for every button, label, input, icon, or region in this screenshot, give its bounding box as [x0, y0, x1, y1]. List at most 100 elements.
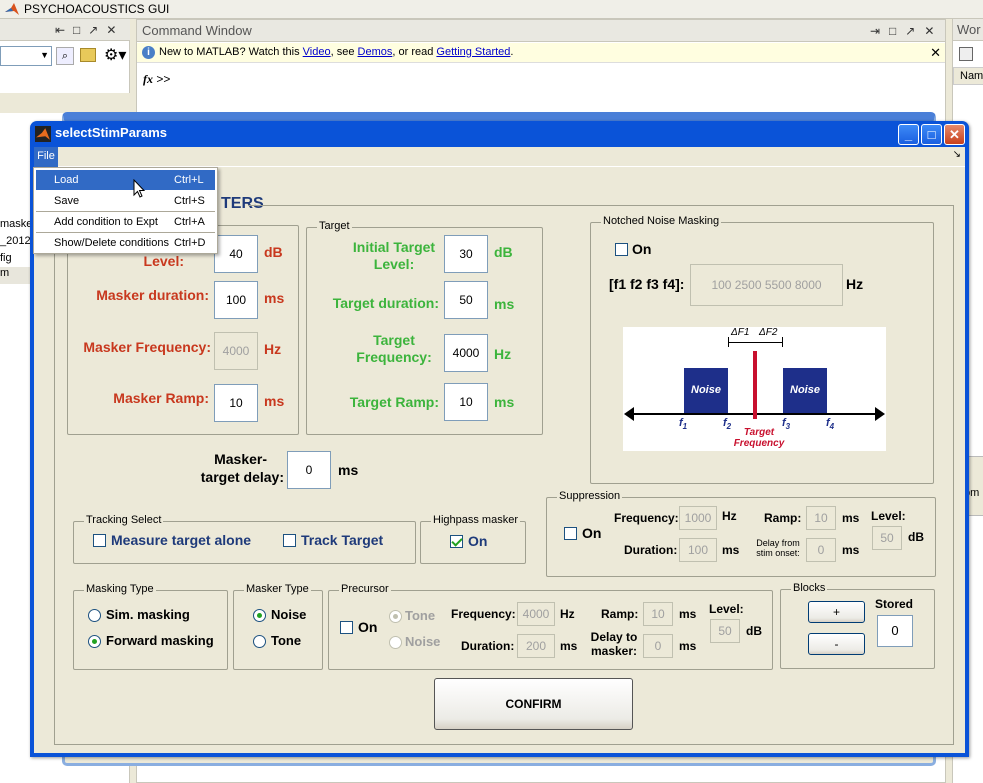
precursor-ramp-label: Ramp: — [601, 607, 639, 621]
workspace-toolbar-icon[interactable] — [959, 47, 973, 61]
masker-level-input[interactable]: 40 — [214, 235, 258, 273]
suppression-level-input: 50 — [872, 526, 902, 550]
highpass-masker-group-label: Highpass masker — [431, 514, 520, 526]
delta-f-tick — [728, 337, 729, 347]
noise-radio[interactable] — [253, 609, 266, 622]
folder-path-combo[interactable]: ▼ — [0, 46, 52, 66]
suppression-on-checkbox[interactable] — [564, 527, 577, 540]
stored-value: 0 — [877, 615, 913, 647]
precursor-on-checkbox[interactable] — [340, 621, 353, 634]
track-target-label[interactable]: Track Target — [301, 532, 383, 548]
suppression-frequency-label: Frequency: — [614, 511, 679, 525]
notched-noise-diagram: Noise Noise ΔF1 ΔF2 f1 f2 f3 f4 Target F… — [623, 327, 886, 451]
masker-duration-input[interactable]: 100 — [214, 281, 258, 319]
highpass-on-label[interactable]: On — [468, 533, 487, 549]
precursor-delay-input: 0 — [643, 634, 673, 658]
precursor-duration-input: 200 — [517, 634, 555, 658]
gear-icon[interactable]: ⚙▾ — [104, 45, 126, 65]
workspace-header: Wor — [953, 19, 983, 41]
suppression-ramp-input: 10 — [806, 506, 836, 530]
sim-masking-label[interactable]: Sim. masking — [106, 607, 190, 622]
menu-item-show-delete-conditions[interactable]: Show/Delete conditions Ctrl+D — [36, 233, 215, 253]
precursor-group-label: Precursor — [339, 583, 391, 595]
masker-target-delay-input[interactable]: 0 — [287, 451, 331, 489]
forward-masking-label[interactable]: Forward masking — [106, 633, 214, 648]
delta-f1-label: ΔF1 — [731, 327, 750, 338]
precursor-level-unit: dB — [746, 624, 762, 638]
menu-bar: File ↘ — [34, 147, 965, 167]
dock-arrow-icon[interactable]: ↘ — [953, 149, 961, 160]
masker-type-group-label: Masker Type — [244, 583, 311, 595]
getting-started-link[interactable]: Getting Started — [436, 46, 510, 58]
search-icon[interactable]: ⌕ — [56, 47, 74, 65]
prompt-text: >> — [156, 72, 171, 86]
masking-type-group-label: Masking Type — [84, 583, 156, 595]
masker-ramp-input[interactable]: 10 — [214, 384, 258, 422]
window-title: selectStimParams — [55, 125, 168, 140]
initial-target-level-input[interactable]: 30 — [444, 235, 488, 273]
noise-block-left: Noise — [684, 368, 728, 413]
suppression-delay-label: Delay from stim onset: — [756, 538, 800, 558]
noise-block-right: Noise — [783, 368, 827, 413]
command-prompt[interactable]: fx >> — [143, 72, 170, 87]
target-frequency-label: Target Frequency: — [356, 332, 432, 365]
remove-block-button[interactable]: - — [808, 633, 865, 655]
measure-target-alone-checkbox[interactable] — [93, 534, 106, 547]
confirm-button[interactable]: CONFIRM — [434, 678, 633, 730]
target-frequency-input[interactable]: 4000 — [444, 334, 488, 372]
masker-level-unit: dB — [264, 244, 283, 260]
file-list-item[interactable]: fig — [0, 252, 12, 264]
suppression-ramp-label: Ramp: — [764, 511, 802, 525]
initial-target-level-unit: dB — [494, 244, 513, 260]
noise-label[interactable]: Noise — [271, 607, 306, 622]
matlab-title: PSYCHOACOUSTICS GUI — [24, 2, 170, 16]
matlab-title-bar: PSYCHOACOUSTICS GUI — [0, 0, 983, 19]
file-list-item[interactable]: maske — [0, 218, 32, 230]
precursor-level-label: Level: — [709, 602, 744, 616]
precursor-ramp-input: 10 — [643, 602, 673, 626]
forward-masking-radio[interactable] — [88, 635, 101, 648]
initial-target-level-label: Initial Target Level: — [352, 239, 436, 272]
target-duration-input[interactable]: 50 — [444, 281, 488, 319]
sim-masking-radio[interactable] — [88, 609, 101, 622]
menu-item-load[interactable]: Load Ctrl+L — [36, 170, 215, 190]
blocks-group-label: Blocks — [791, 582, 828, 594]
menu-item-save[interactable]: Save Ctrl+S — [36, 191, 215, 211]
minimize-button[interactable]: _ — [898, 124, 919, 145]
tone-label[interactable]: Tone — [271, 633, 301, 648]
precursor-noise-radio — [389, 636, 402, 649]
file-dropdown-menu: Load Ctrl+L Save Ctrl+S Add condition to E… — [33, 167, 218, 254]
target-frequency-line — [753, 351, 757, 419]
workspace-col-header: Nam — [953, 67, 983, 85]
target-duration-unit: ms — [494, 296, 515, 312]
target-ramp-input[interactable]: 10 — [444, 383, 488, 421]
precursor-delay-label: Delay to masker: — [590, 630, 638, 658]
file-menu[interactable]: File — [34, 147, 58, 167]
suppression-duration-input: 100 — [679, 538, 717, 562]
menu-item-add-condition[interactable]: Add condition to Expt Ctrl+A — [36, 212, 215, 232]
highpass-on-checkbox[interactable] — [450, 535, 463, 548]
file-list-item[interactable]: _2012 — [0, 235, 31, 247]
suppression-duration-unit: ms — [722, 543, 740, 557]
precursor-delay-unit: ms — [679, 639, 697, 653]
suppression-level-label: Level: — [871, 509, 906, 523]
precursor-duration-label: Duration: — [461, 639, 515, 653]
masker-ramp-unit: ms — [264, 393, 285, 409]
maximize-button[interactable]: □ — [921, 124, 942, 145]
stored-label: Stored — [875, 597, 914, 611]
demos-link[interactable]: Demos — [358, 46, 393, 58]
tone-radio[interactable] — [253, 635, 266, 648]
delta-f2-label: ΔF2 — [759, 327, 778, 338]
video-link[interactable]: Video — [303, 46, 331, 58]
close-info-icon[interactable]: ✕ — [930, 43, 941, 62]
notched-noise-on-checkbox[interactable] — [615, 243, 628, 256]
close-button[interactable]: ✕ — [944, 124, 965, 145]
measure-target-alone-label[interactable]: Measure target alone — [111, 532, 251, 548]
add-block-button[interactable]: + — [808, 601, 865, 623]
target-ramp-label: Target Ramp: — [349, 394, 439, 410]
command-window-controls[interactable]: ⇥□↗✕ — [870, 24, 943, 38]
folder-up-icon[interactable] — [80, 48, 96, 62]
masker-frequency-input: 4000 — [214, 332, 258, 370]
track-target-checkbox[interactable] — [283, 534, 296, 547]
precursor-frequency-input: 4000 — [517, 602, 555, 626]
